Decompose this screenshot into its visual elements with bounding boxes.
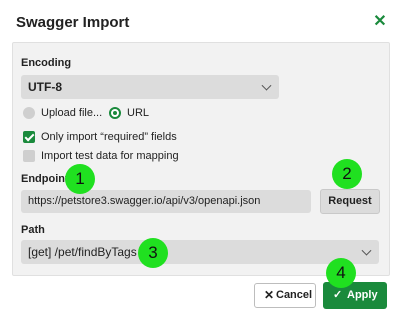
annotation-badge-1: 1 [65, 164, 95, 194]
annotation-badge-2: 2 [332, 159, 362, 189]
close-icon[interactable]: ✕ [372, 14, 388, 30]
chevron-down-icon [261, 80, 272, 91]
path-label: Path [21, 224, 45, 236]
chevron-down-icon [361, 245, 372, 256]
path-select[interactable]: [get] /pet/findByTags [21, 240, 379, 264]
import-settings-panel: Encoding UTF-8 Upload file... URL Only i… [12, 42, 390, 276]
only-required-checkbox[interactable] [23, 131, 35, 143]
url-radio[interactable] [109, 107, 121, 119]
apply-button[interactable]: ✓ Apply [323, 282, 387, 309]
import-test-data-checkbox[interactable] [23, 150, 35, 162]
path-value: [get] /pet/findByTags [28, 245, 137, 259]
cancel-button[interactable]: ✕ Cancel [254, 283, 316, 308]
annotation-badge-4: 4 [326, 258, 356, 288]
endpoint-input[interactable]: https://petstore3.swagger.io/api/v3/open… [21, 190, 311, 213]
annotation-badge-3: 3 [138, 238, 168, 268]
only-required-label: Only import “required” fields [41, 131, 177, 143]
dialog-title: Swagger Import [16, 14, 130, 31]
url-label: URL [127, 107, 150, 119]
upload-file-radio[interactable] [23, 107, 35, 119]
close-icon: ✕ [264, 288, 275, 302]
encoding-select[interactable]: UTF-8 [21, 75, 279, 99]
encoding-label: Encoding [21, 57, 72, 69]
apply-label: Apply [347, 289, 378, 301]
import-test-data-label: Import test data for mapping [41, 150, 179, 162]
upload-file-label: Upload file... [41, 107, 103, 119]
endpoint-label: Endpoint [21, 173, 69, 185]
encoding-value: UTF-8 [28, 80, 62, 94]
cancel-label: Cancel [276, 289, 313, 301]
request-button[interactable]: Request [320, 189, 380, 214]
swagger-import-dialog: Swagger Import ✕ Encoding UTF-8 Upload f… [0, 0, 400, 314]
